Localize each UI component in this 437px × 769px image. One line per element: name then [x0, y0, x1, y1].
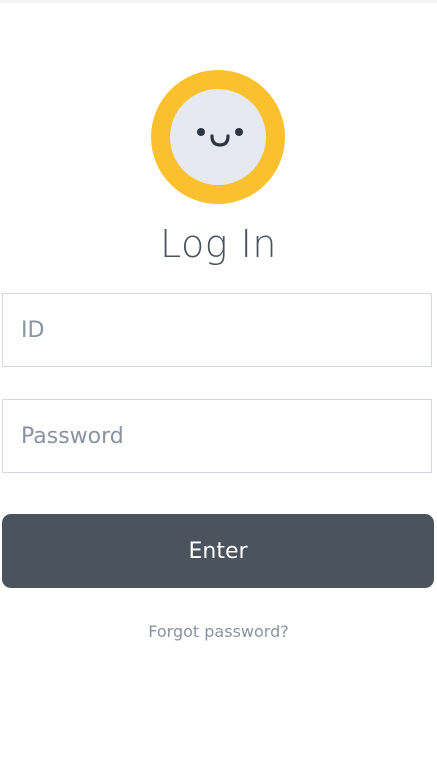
avatar	[151, 70, 285, 204]
smiley-face-icon	[170, 89, 266, 185]
top-divider	[0, 0, 437, 3]
smiley-face-graphic	[197, 128, 243, 147]
login-screen: Log In Enter Forgot password?	[0, 0, 437, 769]
id-input[interactable]	[2, 293, 432, 367]
password-input[interactable]	[2, 399, 432, 473]
page-title: Log In	[160, 222, 277, 266]
enter-button[interactable]: Enter	[2, 514, 434, 588]
forgot-password-link[interactable]: Forgot password?	[0, 620, 437, 644]
